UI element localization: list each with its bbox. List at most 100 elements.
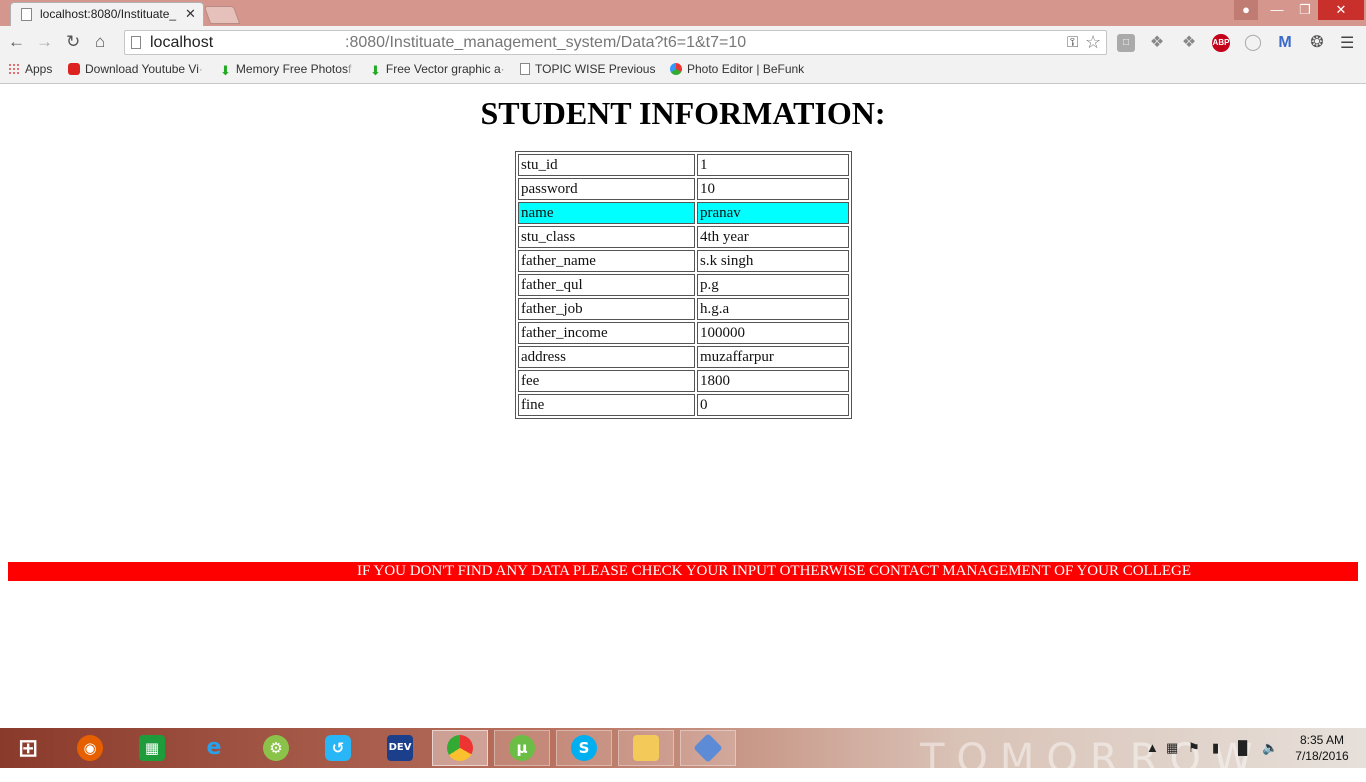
back-button[interactable]: ← <box>8 32 25 52</box>
table-row-highlighted: name pranav <box>518 202 849 224</box>
download-arrow-icon: ⬇ <box>220 63 231 78</box>
new-tab-button[interactable] <box>203 6 241 24</box>
bookmark-memory-photos[interactable]: ⬇ Memory Free Photosf <box>220 62 351 79</box>
close-tab-icon[interactable]: ✕ <box>185 6 196 22</box>
skype-icon: S <box>571 735 597 761</box>
bookmark-label: Free Vector graphic a <box>385 62 501 76</box>
network-icon[interactable]: █ <box>1238 740 1247 755</box>
home-button[interactable]: ⌂ <box>95 32 105 52</box>
dev-cpp-icon: DEV <box>387 735 413 761</box>
user-profile-button[interactable]: ● <box>1234 0 1258 20</box>
field-name: stu_class <box>518 226 695 248</box>
taskbar-file-explorer[interactable] <box>618 730 674 766</box>
taskbar-virtualbox[interactable] <box>680 730 736 766</box>
taskbar-chrome[interactable] <box>432 730 488 766</box>
field-value: 1 <box>697 154 849 176</box>
table-row: stu_id 1 <box>518 154 849 176</box>
url-host: localhost <box>150 34 214 51</box>
page-title: STUDENT INFORMATION: <box>480 95 886 131</box>
field-name: fine <box>518 394 695 416</box>
start-button[interactable]: ⊞ <box>0 730 56 766</box>
share-icon: ↺ <box>325 735 351 761</box>
field-name: stu_id <box>518 154 695 176</box>
bookmark-free-vector[interactable]: ⬇ Free Vector graphic a· <box>370 62 505 79</box>
table-row: father_qul p.g <box>518 274 849 296</box>
download-arrow-icon: ⬇ <box>370 63 381 78</box>
power-icon[interactable]: ▮ <box>1212 740 1219 756</box>
bookmark-star-icon[interactable]: ☆ <box>1085 32 1101 53</box>
puzzle-extension-icon[interactable]: ❖ <box>1180 34 1198 52</box>
youtube-icon <box>68 63 80 75</box>
field-value: 4th year <box>697 226 849 248</box>
system-clock[interactable]: 8:35 AM 7/18/2016 <box>1286 732 1358 764</box>
minimize-button[interactable]: — <box>1264 0 1290 20</box>
office-extension-icon[interactable]: □ <box>1117 34 1135 52</box>
clock-date: 7/18/2016 <box>1295 749 1349 763</box>
puzzle-extension-icon[interactable]: ❖ <box>1148 34 1166 52</box>
field-name: father_name <box>518 250 695 272</box>
virtualbox-icon <box>693 733 723 763</box>
address-bar[interactable]: localhost :8080/Instituate_management_sy… <box>124 30 1107 55</box>
table-row: stu_class 4th year <box>518 226 849 248</box>
bookmark-label: Photo Editor | BeFunk <box>687 62 805 76</box>
show-hidden-icons[interactable]: ▲ <box>1146 740 1159 755</box>
forward-button[interactable]: → <box>36 32 53 52</box>
table-row: fee 1800 <box>518 370 849 392</box>
internet-explorer-icon: e <box>206 735 222 760</box>
close-window-button[interactable]: ✕ <box>1318 0 1364 20</box>
field-value: muzaffarpur <box>697 346 849 368</box>
browser-tab[interactable]: localhost:8080/Instituate_ ✕ <box>10 2 204 26</box>
flag-icon[interactable]: ⚑ <box>1188 740 1200 756</box>
url-path: :8080/Instituate_management_system/Data?… <box>345 34 747 51</box>
film-reel-icon[interactable]: ❂ <box>1308 34 1326 52</box>
taskbar-firefox[interactable]: ◉ <box>62 730 118 766</box>
taskbar-skype[interactable]: S <box>556 730 612 766</box>
adblock-plus-icon[interactable]: ABP <box>1212 34 1230 52</box>
page-icon <box>520 63 530 75</box>
bookmark-apps[interactable]: Apps <box>8 62 52 76</box>
table-row: fine 0 <box>518 394 849 416</box>
menu-icon[interactable]: ☰ <box>1340 33 1354 53</box>
taskbar-utorrent[interactable]: µ <box>494 730 550 766</box>
bookmark-topic-wise[interactable]: TOPIC WISE Previous <box>520 62 655 76</box>
bookmark-fade: · <box>198 62 203 76</box>
table-row: father_name s.k singh <box>518 250 849 272</box>
chrome-icon <box>670 63 682 75</box>
apps-grid-icon <box>8 63 20 75</box>
windows-taskbar: TOMORROW ⊞ ◉ ▦ e ⚙ ↺ DEV µ S ▲ ▦ ⚑ ▮ █ 🔈… <box>0 728 1366 782</box>
taskbar-internet-explorer[interactable]: e <box>186 730 242 766</box>
field-value: 1800 <box>697 370 849 392</box>
field-name: name <box>518 202 695 224</box>
taskbar-dev-cpp[interactable]: DEV <box>372 730 428 766</box>
chrome-icon <box>447 735 473 761</box>
student-info-table: stu_id 1 password 10 name pranav stu_class 4… <box>515 151 852 419</box>
page-icon <box>131 36 141 49</box>
browser-title-bar: localhost:8080/Instituate_ ✕ ● — ❐ ✕ <box>0 0 1366 26</box>
bookmark-label: Memory Free Photos <box>235 62 348 76</box>
clock-time: 8:35 AM <box>1299 733 1345 747</box>
android-studio-icon: ⚙ <box>263 735 289 761</box>
table-row: father_job h.g.a <box>518 298 849 320</box>
gmail-icon[interactable]: M <box>1276 34 1294 52</box>
browser-toolbar: ← → ↻ ⌂ localhost :8080/Instituate_manag… <box>0 26 1366 59</box>
field-value: p.g <box>697 274 849 296</box>
volume-icon[interactable]: 🔈 <box>1262 740 1278 756</box>
page-icon <box>21 8 32 21</box>
bookmark-label: Apps <box>25 62 53 76</box>
bookmark-youtube[interactable]: Download Youtube Vi· <box>68 62 203 76</box>
taskbar-share-app[interactable]: ↺ <box>310 730 366 766</box>
taskbar-store[interactable]: ▦ <box>124 730 180 766</box>
field-value: s.k singh <box>697 250 849 272</box>
utorrent-icon: µ <box>509 735 535 761</box>
field-value: h.g.a <box>697 298 849 320</box>
bookmark-photo-editor[interactable]: Photo Editor | BeFunk <box>670 62 804 76</box>
taskbar-android-studio[interactable]: ⚙ <box>248 730 304 766</box>
circle-extension-icon[interactable]: ◯ <box>1244 34 1262 52</box>
bookmark-label: Download Youtube Vi <box>85 62 199 76</box>
reload-button[interactable]: ↻ <box>66 32 80 52</box>
field-name: password <box>518 178 695 200</box>
maximize-button[interactable]: ❐ <box>1292 0 1318 20</box>
table-row: father_income 100000 <box>518 322 849 344</box>
action-center-icon[interactable]: ▦ <box>1166 740 1178 756</box>
key-icon[interactable]: ⚿ <box>1067 34 1078 51</box>
